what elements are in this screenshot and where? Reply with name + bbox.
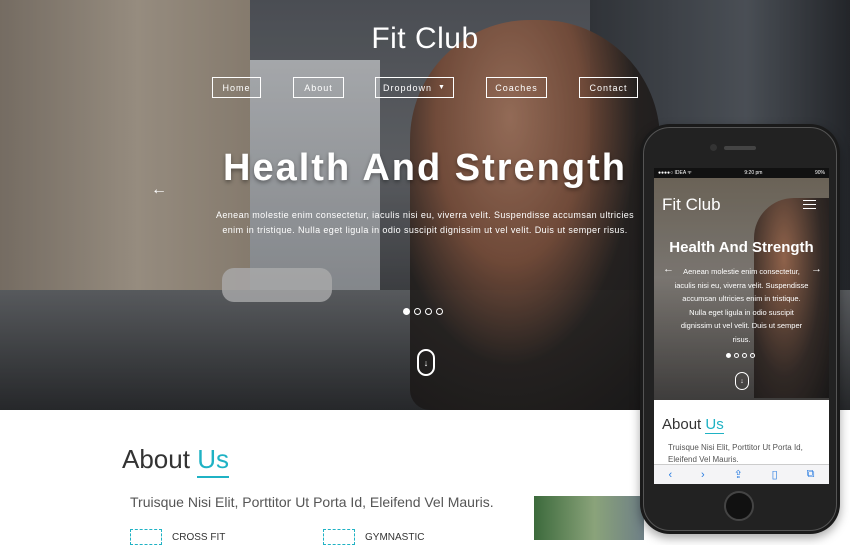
nav-dropdown-label: Dropdown xyxy=(383,82,433,93)
mobile-about-accent: Us xyxy=(705,416,724,434)
slider-pagination xyxy=(403,308,443,315)
mobile-about-plain: About xyxy=(662,416,702,433)
about-title-plain: About xyxy=(122,444,190,474)
nav-contact[interactable]: Contact xyxy=(579,77,638,98)
feature-icon xyxy=(130,529,162,545)
feature-item: CROSS FIT xyxy=(130,529,225,545)
hero-lede: Aenean molestie enim consectetur, iaculi… xyxy=(215,210,635,235)
about-title-accent: Us xyxy=(197,444,229,478)
status-carrier: ●●●●○ IDEA ᯤ xyxy=(658,170,692,176)
about-image xyxy=(534,496,644,540)
arrow-left-icon[interactable]: ← xyxy=(663,263,674,275)
mobile-about-subtitle: Truisque Nisi Elit, Porttitor Ut Porta I… xyxy=(668,443,803,464)
slider-dot[interactable] xyxy=(425,308,432,315)
about-subtitle: Truisque Nisi Elit, Porttitor Ut Porta I… xyxy=(130,494,494,510)
mobile-hero: Fit Club Health And Strength ← → Aenean … xyxy=(654,178,829,400)
camera-icon xyxy=(710,144,717,151)
arrow-right-icon[interactable]: → xyxy=(811,263,822,275)
nav-home[interactable]: Home xyxy=(212,77,261,98)
nav-coaches[interactable]: Coaches xyxy=(486,77,547,98)
phone-status-bar: ●●●●○ IDEA ᯤ 9:20 pm 90% xyxy=(654,168,829,178)
speaker-grille xyxy=(724,146,756,150)
bookmarks-icon[interactable]: ▯ xyxy=(772,468,778,481)
status-time: 9:20 pm xyxy=(744,170,763,176)
phone-screen: ●●●●○ IDEA ᯤ 9:20 pm 90% Fit Club Health… xyxy=(654,168,829,484)
slider-dot[interactable] xyxy=(750,353,755,358)
nav-about[interactable]: About xyxy=(293,77,344,98)
safari-toolbar: ‹ › ⇪ ▯ ⧉ xyxy=(654,464,829,484)
feature-icon xyxy=(323,529,355,545)
mobile-brand[interactable]: Fit Club xyxy=(662,195,721,215)
hamburger-menu-icon[interactable] xyxy=(803,200,816,212)
share-icon[interactable]: ⇪ xyxy=(734,468,743,481)
mobile-headline: Health And Strength xyxy=(669,239,814,256)
home-button xyxy=(724,491,754,521)
nav-dropdown[interactable]: Dropdown ▼ xyxy=(375,77,454,98)
site-brand[interactable]: Fit Club xyxy=(0,22,850,56)
slider-dot[interactable] xyxy=(436,308,443,315)
about-title: About Us xyxy=(122,444,229,478)
slider-dot[interactable] xyxy=(734,353,739,358)
feature-label: CROSS FIT xyxy=(172,531,226,543)
slider-dot[interactable] xyxy=(742,353,747,358)
mobile-slider-pagination xyxy=(726,353,755,358)
mobile-lede: Aenean molestie enim consectetur, iaculi… xyxy=(674,267,809,344)
status-battery: 90% xyxy=(814,170,825,176)
slider-dot[interactable] xyxy=(414,308,421,315)
slider-dot[interactable] xyxy=(403,308,410,315)
feature-item: GYMNASTIC xyxy=(323,529,424,545)
scroll-down-icon[interactable]: ↓ xyxy=(417,349,435,376)
mobile-about-title: About Us xyxy=(662,416,724,434)
scroll-down-icon[interactable]: ↓ xyxy=(735,372,749,390)
forward-icon[interactable]: › xyxy=(701,469,705,481)
back-icon[interactable]: ‹ xyxy=(668,469,672,481)
tabs-icon[interactable]: ⧉ xyxy=(807,468,815,481)
chevron-down-icon: ▼ xyxy=(438,84,446,91)
feature-label: GYMNASTIC xyxy=(365,531,425,543)
slider-dot[interactable] xyxy=(726,353,731,358)
